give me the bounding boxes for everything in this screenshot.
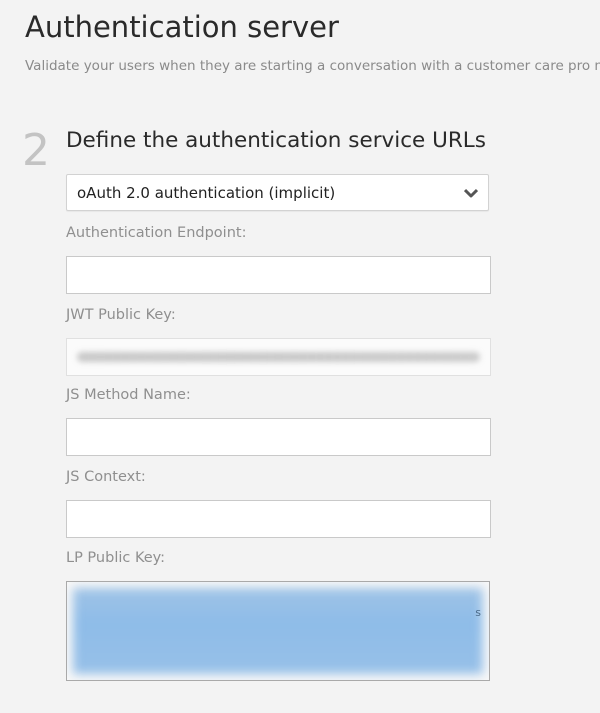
js-context-input[interactable] xyxy=(66,500,491,538)
jwt-public-key-label: JWT Public Key: xyxy=(66,307,176,323)
lp-key-visible-char: s xyxy=(475,606,481,619)
auth-type-selected-value: oAuth 2.0 authentication (implicit) xyxy=(77,183,336,202)
auth-endpoint-input[interactable] xyxy=(66,256,491,294)
chevron-down-icon xyxy=(464,188,478,197)
auth-type-select[interactable]: oAuth 2.0 authentication (implicit) xyxy=(66,174,489,211)
redacted-selected-text xyxy=(73,588,483,674)
page-description: Validate your users when they are starti… xyxy=(25,58,600,74)
step-title: Define the authentication service URLs xyxy=(66,128,486,153)
js-context-label: JS Context: xyxy=(66,469,146,485)
js-method-name-input[interactable] xyxy=(66,418,491,456)
page-title: Authentication server xyxy=(25,10,339,44)
redacted-key-text xyxy=(77,352,480,362)
auth-endpoint-label: Authentication Endpoint: xyxy=(66,225,247,241)
js-method-name-label: JS Method Name: xyxy=(66,387,191,403)
step-number: 2 xyxy=(22,125,50,176)
lp-public-key-textarea[interactable]: s xyxy=(66,581,490,681)
jwt-public-key-input[interactable] xyxy=(66,338,491,376)
lp-public-key-label: LP Public Key: xyxy=(66,550,166,566)
